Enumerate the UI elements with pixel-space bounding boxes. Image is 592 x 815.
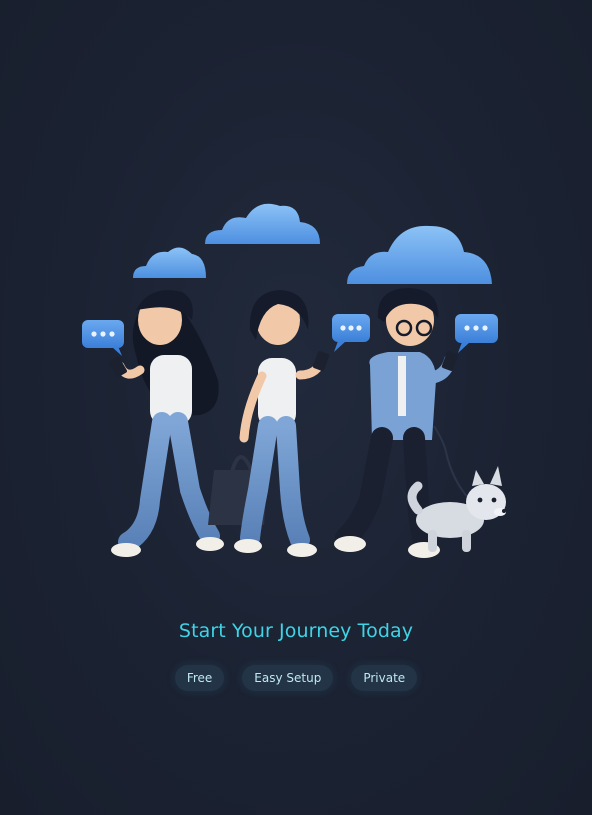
people-walking-illustration [82,203,506,558]
person-walking-2 [208,290,330,557]
person-walking-1 [109,290,224,557]
chip-easy-setup: Easy Setup [242,665,334,691]
feature-chips: Free Easy Setup Private [0,665,592,691]
cloud-icon [133,247,206,278]
chip-private: Private [351,665,418,691]
chip-free: Free [174,665,225,691]
cloud-icon [205,203,320,244]
page-title: Start Your Journey Today [178,620,414,642]
chat-bubble-icon [82,320,124,356]
chat-bubble-icon [332,314,370,352]
chat-bubble-icon [455,314,498,353]
cloud-icon [347,225,492,284]
onboarding-screen: Start Your Journey Today Free Easy Setup… [0,0,592,815]
